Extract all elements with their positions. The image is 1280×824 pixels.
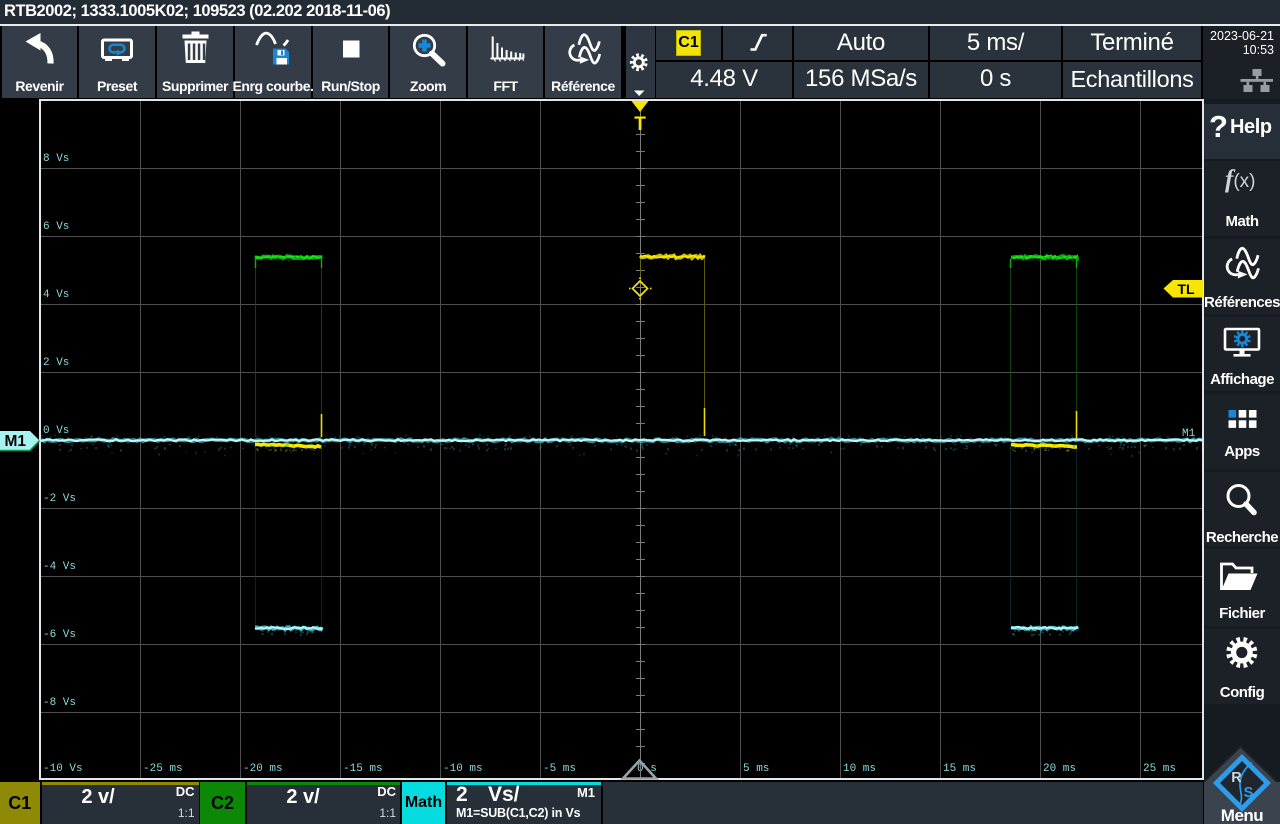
svg-text:S: S xyxy=(1244,785,1254,801)
svg-text:M1: M1 xyxy=(5,433,27,450)
svg-text:T: T xyxy=(634,114,646,135)
svg-text:TL: TL xyxy=(1177,281,1195,297)
svg-text:R: R xyxy=(1231,770,1242,786)
